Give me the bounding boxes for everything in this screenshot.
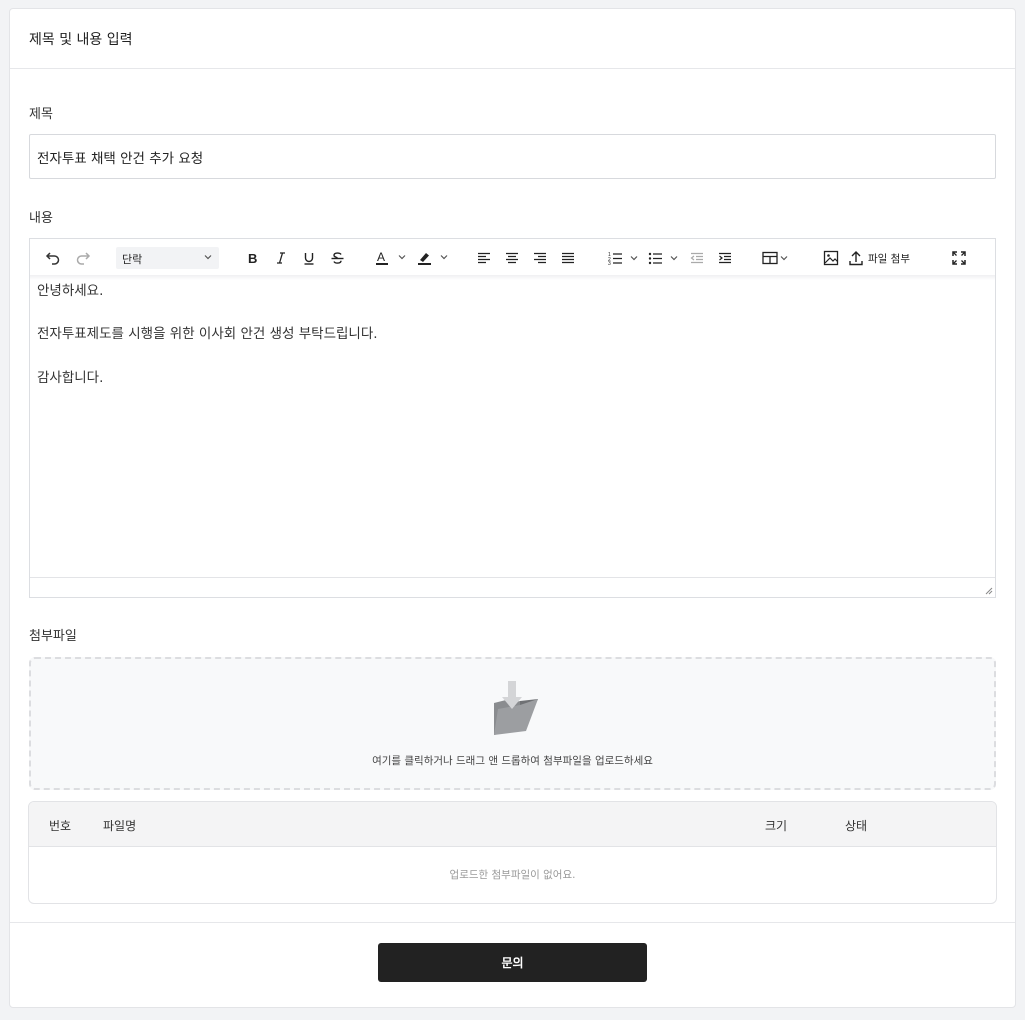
editor-paragraph: 안녕하세요. [37, 283, 104, 299]
editor-paragraph: 감사합니다. [37, 369, 104, 386]
bulleted-list-button[interactable] [648, 247, 682, 269]
editor-paragraph: 전자투표제도를 시행을 위한 이사회 안건 생성 부탁드립니다. [37, 326, 378, 343]
highlighter-icon [418, 253, 448, 265]
title-input[interactable] [29, 134, 996, 179]
numbered-list-icon: 123 [608, 252, 638, 265]
paragraph-style-select[interactable]: 단락 [116, 247, 219, 269]
column-header-number: 번호 [49, 819, 72, 833]
rich-text-editor: 단락 B A 1 2 3 파일 첨부 안녕하세요. 전자투표제도를 시행을 위한… [29, 238, 996, 598]
indent-icon[interactable] [714, 247, 736, 269]
attachments-label: 첨부파일 [29, 629, 77, 644]
bulleted-list-icon [648, 252, 678, 265]
title-label: 제목 [29, 107, 53, 122]
dropzone-instructions: 여기를 클릭하거나 드래그 앤 드롭하여 첨부파일을 업로드하세요 [372, 755, 653, 767]
bold-icon[interactable]: B [242, 247, 264, 269]
column-header-status: 상태 [845, 819, 868, 833]
chevron-down-icon [204, 255, 212, 260]
align-left-icon[interactable] [474, 247, 494, 269]
column-header-filename: 파일명 [103, 819, 137, 833]
editor-status-bar [30, 577, 995, 597]
align-right-icon[interactable] [530, 247, 550, 269]
submit-inquiry-button[interactable]: 문의 [378, 943, 647, 982]
attach-file-label: 파일 첨부 [868, 252, 910, 265]
editor-toolbar: 단락 B A 1 2 3 파일 첨부 [30, 239, 995, 280]
align-center-icon[interactable] [502, 247, 522, 269]
fullscreen-icon[interactable] [948, 247, 970, 269]
highlight-color-button[interactable] [414, 247, 454, 269]
paragraph-style-value: 단락 [122, 253, 143, 266]
content-label: 내용 [29, 211, 53, 226]
attach-file-button[interactable]: 파일 첨부 [848, 247, 922, 269]
font-color-icon: A [376, 250, 406, 265]
redo-icon[interactable] [72, 247, 94, 269]
undo-icon[interactable] [42, 247, 64, 269]
font-color-button[interactable]: A [372, 247, 412, 269]
italic-icon[interactable] [270, 247, 292, 269]
file-dropzone[interactable]: 여기를 클릭하거나 드래그 앤 드롭하여 첨부파일을 업로드하세요 [29, 657, 996, 790]
image-icon[interactable] [820, 247, 842, 269]
form-footer: 문의 [10, 922, 1015, 1007]
card-header: 제목 및 내용 입력 [10, 9, 1015, 69]
column-header-size: 크기 [765, 819, 788, 833]
underline-icon[interactable] [298, 247, 320, 269]
attachments-table: 번호 파일명 크기 상태 업로드한 첨부파일이 없어요. [28, 801, 997, 904]
inquiry-form-card: 제목 및 내용 입력 제목 내용 단락 B [9, 8, 1016, 1008]
table-button[interactable] [762, 247, 796, 269]
upload-icon [849, 251, 863, 266]
table-icon [762, 251, 788, 265]
svg-text:B: B [248, 251, 257, 265]
strikethrough-icon[interactable] [326, 247, 348, 269]
svg-text:3: 3 [608, 261, 611, 265]
editor-paragraph [37, 350, 988, 372]
folder-upload-icon [494, 681, 538, 735]
svg-text:A: A [377, 250, 385, 264]
card-title: 제목 및 내용 입력 [29, 32, 133, 48]
empty-table-message: 업로드한 첨부파일이 없어요. [449, 869, 576, 881]
outdent-icon[interactable] [686, 247, 708, 269]
editor-paragraph [37, 307, 988, 329]
table-header: 번호 파일명 크기 상태 [29, 802, 996, 847]
editor-content[interactable]: 안녕하세요. 전자투표제도를 시행을 위한 이사회 안건 생성 부탁드립니다. … [30, 279, 995, 577]
numbered-list-button[interactable]: 123 [608, 247, 642, 269]
align-justify-icon[interactable] [558, 247, 578, 269]
resize-handle-icon[interactable] [985, 587, 993, 595]
